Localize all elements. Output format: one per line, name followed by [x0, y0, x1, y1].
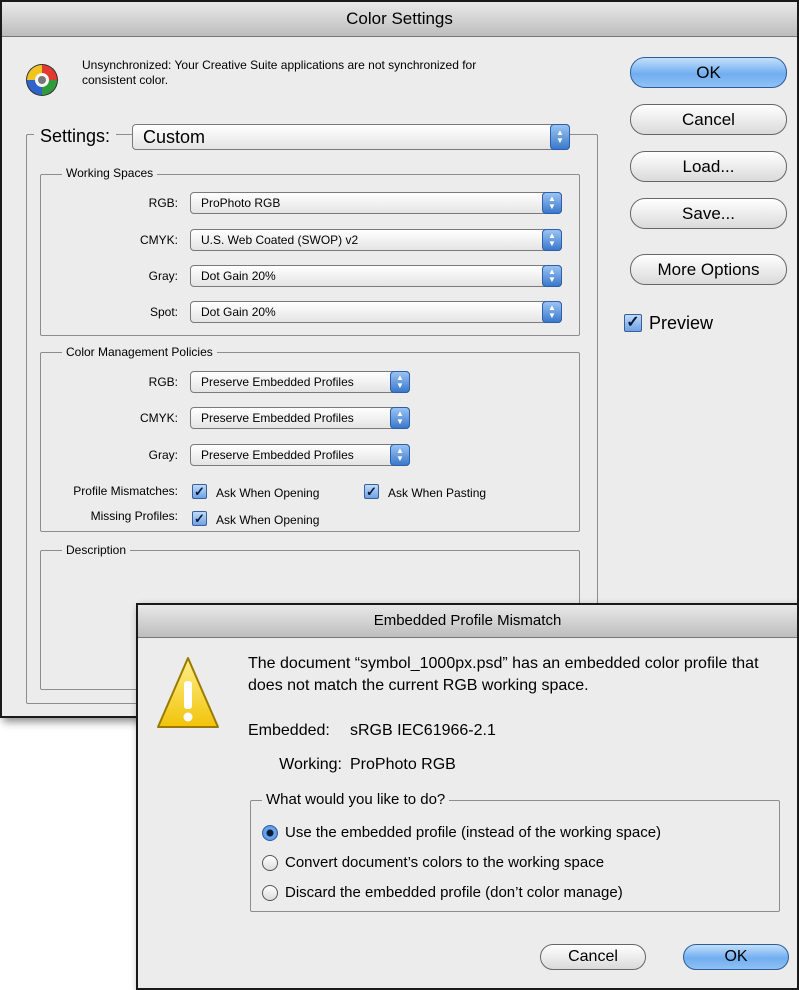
ws-gray-select[interactable]: Dot Gain 20% ▲ ▼	[190, 265, 562, 287]
policy-rgb-arrows-icon: ▲ ▼	[390, 371, 410, 393]
color-settings-title: Color Settings	[346, 9, 453, 28]
profile-mismatches-label: Profile Mismatches:	[73, 484, 178, 498]
embedded-label: Embedded:	[248, 722, 330, 739]
working-spaces-legend: Working Spaces	[62, 166, 158, 180]
mismatch-ok-button[interactable]: OK	[683, 944, 789, 970]
action-question: What would you like to do?	[262, 791, 450, 809]
embedded-profile-mismatch-dialog: Embedded Profile Mismatch The document “…	[136, 603, 799, 990]
cancel-button[interactable]: Cancel	[630, 104, 787, 135]
policy-rgb-value: Preserve Embedded Profiles	[201, 375, 354, 389]
more-options-button-label: More Options	[657, 260, 760, 279]
policy-cmyk-value: Preserve Embedded Profiles	[201, 411, 354, 425]
mismatch-cancel-button[interactable]: Cancel	[540, 944, 646, 970]
working-label: Working:	[279, 756, 342, 773]
cancel-button-label: Cancel	[682, 110, 735, 129]
policy-cmyk-label: CMYK:	[139, 411, 178, 425]
ok-button-label: OK	[696, 63, 721, 82]
save-button-label: Save...	[682, 204, 735, 223]
creative-suite-sync-icon	[26, 64, 58, 96]
ws-spot-label: Spot:	[149, 305, 178, 319]
missing-profiles-label: Missing Profiles:	[90, 509, 178, 523]
load-button-label: Load...	[682, 157, 735, 176]
ask-when-opening-checkbox[interactable]: ✓	[192, 484, 207, 499]
ws-rgb-value: ProPhoto RGB	[201, 196, 281, 210]
policy-cmyk-select[interactable]: Preserve Embedded Profiles ▲ ▼	[190, 407, 410, 429]
missing-ask-when-opening-checkbox[interactable]: ✓	[192, 511, 207, 526]
policy-rgb-label: RGB:	[148, 375, 178, 389]
policy-gray-label: Gray:	[148, 448, 178, 462]
ws-spot-arrows-icon: ▲ ▼	[542, 301, 562, 323]
settings-select-value: Custom	[143, 127, 206, 147]
embedded-value: sRGB IEC61966-2.1	[350, 722, 496, 739]
ws-cmyk-select[interactable]: U.S. Web Coated (SWOP) v2 ▲ ▼	[190, 229, 562, 251]
working-value: ProPhoto RGB	[350, 756, 456, 773]
use-embedded-label: Use the embedded profile (instead of the…	[285, 824, 662, 841]
ws-rgb-arrows-icon: ▲ ▼	[542, 192, 562, 214]
mismatch-cancel-label: Cancel	[568, 948, 618, 965]
mismatch-ok-label: OK	[724, 948, 748, 965]
policy-gray-select[interactable]: Preserve Embedded Profiles ▲ ▼	[190, 444, 410, 466]
ask-when-pasting-checkbox[interactable]: ✓	[364, 484, 379, 499]
save-button[interactable]: Save...	[630, 198, 787, 229]
load-button[interactable]: Load...	[630, 151, 787, 182]
ws-spot-select[interactable]: Dot Gain 20% ▲ ▼	[190, 301, 562, 323]
discard-radio[interactable]	[262, 885, 278, 901]
convert-radio[interactable]	[262, 855, 278, 871]
settings-select-arrows-icon: ▲ ▼	[550, 124, 570, 150]
warning-icon	[157, 657, 219, 728]
convert-label: Convert document’s colors to the working…	[285, 854, 605, 871]
ws-rgb-label: RGB:	[148, 196, 178, 210]
mismatch-message: The document “symbol_1000px.psd” has an …	[248, 655, 759, 694]
mismatch-titlebar[interactable]: Embedded Profile Mismatch	[138, 605, 797, 638]
policy-cmyk-arrows-icon: ▲ ▼	[390, 407, 410, 429]
sync-message: Unsynchronized: Your Creative Suite appl…	[82, 58, 477, 87]
preview-checkbox[interactable]: ✓	[624, 314, 642, 332]
discard-label: Discard the embedded profile (don’t colo…	[285, 884, 623, 901]
use-embedded-radio[interactable]	[262, 825, 278, 841]
ws-cmyk-label: CMYK:	[139, 233, 178, 247]
ws-cmyk-arrows-icon: ▲ ▼	[542, 229, 562, 251]
ws-rgb-select[interactable]: ProPhoto RGB ▲ ▼	[190, 192, 562, 214]
ws-gray-arrows-icon: ▲ ▼	[542, 265, 562, 287]
policy-rgb-select[interactable]: Preserve Embedded Profiles ▲ ▼	[190, 371, 410, 393]
settings-select[interactable]: Custom ▲ ▼	[132, 124, 570, 150]
missing-ask-when-opening-label: Ask When Opening	[216, 513, 320, 527]
color-settings-titlebar[interactable]: Color Settings	[2, 2, 797, 37]
ws-spot-value: Dot Gain 20%	[201, 305, 276, 319]
settings-label: Settings:	[34, 124, 117, 148]
preview-label: Preview	[649, 313, 714, 333]
policies-legend: Color Management Policies	[62, 345, 217, 359]
ask-when-pasting-label: Ask When Pasting	[388, 486, 487, 500]
mismatch-title: Embedded Profile Mismatch	[373, 612, 562, 629]
more-options-button[interactable]: More Options	[630, 254, 787, 285]
policy-gray-arrows-icon: ▲ ▼	[390, 444, 410, 466]
ok-button[interactable]: OK	[630, 57, 787, 88]
ws-gray-label: Gray:	[148, 269, 178, 283]
ws-cmyk-value: U.S. Web Coated (SWOP) v2	[201, 233, 359, 247]
policy-gray-value: Preserve Embedded Profiles	[201, 448, 354, 462]
description-legend: Description	[62, 543, 131, 557]
ws-gray-value: Dot Gain 20%	[201, 269, 276, 283]
ask-when-opening-label: Ask When Opening	[216, 486, 320, 500]
